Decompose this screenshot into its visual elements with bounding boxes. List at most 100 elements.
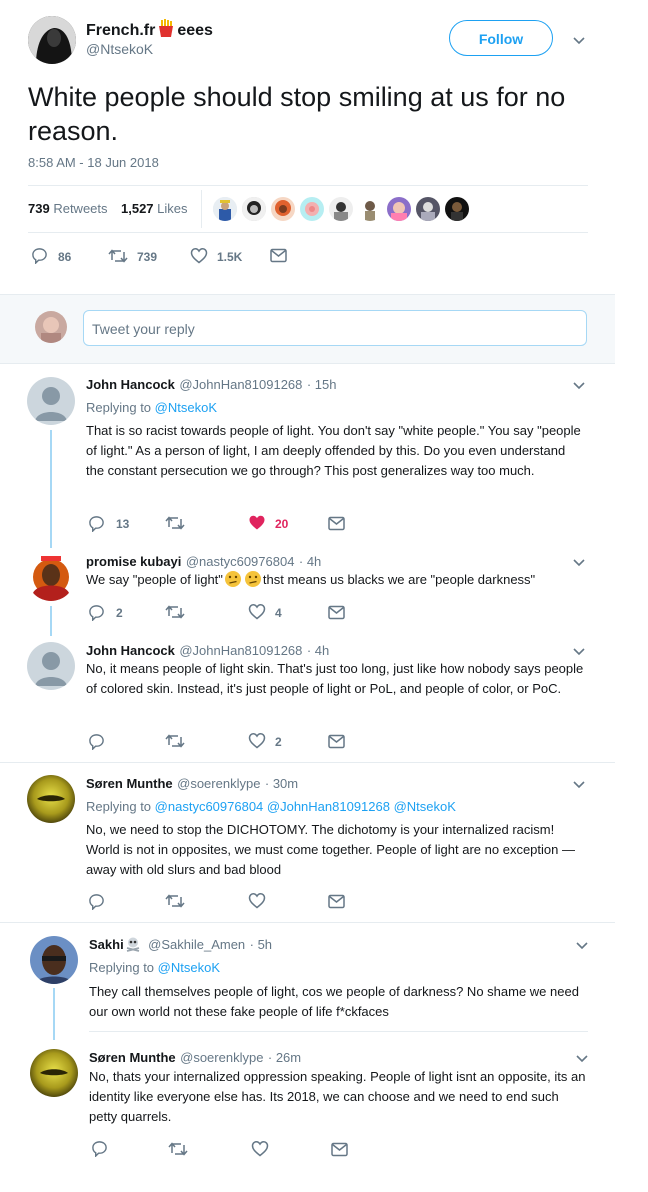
- dm-icon[interactable]: [328, 734, 345, 749]
- reply-text: No, it means people of light skin. That'…: [86, 661, 584, 696]
- dm-icon[interactable]: [328, 894, 345, 909]
- reply-time[interactable]: · 26m: [268, 1050, 301, 1065]
- reply-text: No, we need to stop the DICHOTOMY. The d…: [86, 822, 575, 877]
- reply-header: promise kubayi @nastyc60976804 · 4h: [86, 553, 321, 571]
- reply-time[interactable]: · 30m: [265, 776, 298, 791]
- reply-author-name[interactable]: Søren Munthe: [89, 1050, 176, 1065]
- liker-avatar[interactable]: [445, 197, 469, 221]
- chevron-down-icon[interactable]: [571, 377, 587, 393]
- reply-author-handle[interactable]: @soerenklype: [177, 776, 260, 791]
- skull-emoji: [125, 936, 141, 957]
- author-avatar[interactable]: [28, 16, 76, 64]
- reply-author-name[interactable]: Sakhi: [89, 937, 124, 952]
- reply-text: No, thats your internalized oppression s…: [89, 1069, 586, 1124]
- reply-author-handle[interactable]: @soerenklype: [180, 1050, 263, 1065]
- reply-author-name[interactable]: John Hancock: [86, 377, 175, 392]
- author-name-text: French.fr: [86, 22, 156, 39]
- divider: [28, 185, 588, 186]
- reply-author-name[interactable]: John Hancock: [86, 643, 175, 658]
- liker-avatar[interactable]: [358, 197, 382, 221]
- reply-time[interactable]: · 4h: [307, 643, 329, 658]
- liker-avatar[interactable]: [387, 197, 411, 221]
- chevron-down-icon[interactable]: [574, 1050, 590, 1066]
- reply-header: John Hancock @JohnHan81091268 · 4h: [86, 642, 329, 660]
- chevron-down-icon[interactable]: [571, 776, 587, 792]
- chevron-down-icon[interactable]: [571, 643, 587, 659]
- retweets-label: Retweets: [53, 201, 108, 216]
- reply-avatar[interactable]: [27, 642, 75, 690]
- confused-emoji: [224, 570, 242, 594]
- reply-header: John Hancock @JohnHan81091268 · 15h: [86, 376, 336, 394]
- reply-author-name[interactable]: promise kubayi: [86, 554, 181, 569]
- reply-time[interactable]: · 5h: [250, 937, 272, 952]
- thread-line: [50, 606, 52, 636]
- like-icon[interactable]: [248, 892, 266, 909]
- reply-author-handle[interactable]: @nastyc60976804: [186, 554, 295, 569]
- like-icon[interactable]: [251, 1140, 269, 1157]
- reply-composer: Tweet your reply: [0, 294, 615, 364]
- chevron-down-icon[interactable]: [571, 32, 587, 48]
- reply-icon[interactable]: [88, 604, 105, 621]
- dm-icon[interactable]: [328, 516, 345, 531]
- reply-count: 13: [116, 517, 130, 531]
- reply-author-name[interactable]: Søren Munthe: [86, 776, 173, 791]
- chevron-down-icon[interactable]: [571, 554, 587, 570]
- divider: [28, 232, 588, 233]
- tweet-timestamp[interactable]: 8:58 AM - 18 Jun 2018: [28, 155, 159, 170]
- retweets-count: 739: [28, 201, 50, 216]
- retweet-icon[interactable]: [108, 248, 128, 264]
- retweet-icon[interactable]: [165, 515, 185, 531]
- reply-text-part: thst means us blacks we are "people dark…: [262, 572, 536, 587]
- reply-count: 86: [58, 250, 72, 264]
- like-icon[interactable]: [248, 732, 266, 749]
- replying-to-link[interactable]: @nastyc60976804 @JohnHan81091268 @Ntseko…: [155, 799, 456, 814]
- like-count: 20: [275, 517, 289, 531]
- reply-avatar[interactable]: [27, 377, 75, 425]
- author-name[interactable]: French.fr eees: [86, 19, 213, 42]
- retweet-icon[interactable]: [165, 604, 185, 620]
- reply-author-handle[interactable]: @JohnHan81091268: [179, 377, 302, 392]
- reply-time[interactable]: · 15h: [307, 377, 337, 392]
- retweet-icon[interactable]: [168, 1141, 188, 1157]
- replying-label: Replying to: [86, 799, 152, 814]
- liker-avatar[interactable]: [242, 197, 266, 221]
- reply-avatar[interactable]: [30, 1049, 78, 1097]
- replying-to-link[interactable]: @NtsekoK: [155, 400, 217, 415]
- replying-to: Replying to @NtsekoK: [86, 400, 217, 415]
- chevron-down-icon[interactable]: [574, 937, 590, 953]
- replying-to-link[interactable]: @NtsekoK: [158, 960, 220, 975]
- reply-author-handle[interactable]: @Sakhile_Amen: [148, 937, 245, 952]
- reply-icon[interactable]: [88, 515, 105, 532]
- reply-icon[interactable]: [88, 733, 105, 750]
- liker-avatar[interactable]: [213, 197, 237, 221]
- reply-input[interactable]: Tweet your reply: [83, 310, 587, 346]
- retweet-icon[interactable]: [165, 733, 185, 749]
- liker-avatar[interactable]: [300, 197, 324, 221]
- reply-time[interactable]: · 4h: [299, 554, 321, 569]
- liker-avatar[interactable]: [416, 197, 440, 221]
- dm-icon[interactable]: [331, 1142, 348, 1157]
- reply-icon[interactable]: [91, 1140, 108, 1157]
- replying-to: Replying to @NtsekoK: [89, 960, 220, 975]
- like-icon[interactable]: [248, 603, 266, 620]
- reply-author-handle[interactable]: @JohnHan81091268: [179, 643, 302, 658]
- liker-avatar[interactable]: [271, 197, 295, 221]
- reply-avatar[interactable]: [30, 936, 78, 984]
- reply-icon[interactable]: [31, 247, 48, 264]
- dm-icon[interactable]: [328, 605, 345, 620]
- dm-icon[interactable]: [270, 248, 287, 263]
- retweets-stat[interactable]: 739 Retweets: [28, 201, 108, 216]
- like-icon-liked[interactable]: [248, 514, 266, 531]
- retweet-icon[interactable]: [165, 893, 185, 909]
- like-icon[interactable]: [190, 247, 208, 264]
- reply-avatar[interactable]: [27, 775, 75, 823]
- confused-emoji: [244, 570, 262, 594]
- reply-placeholder: Tweet your reply: [92, 321, 195, 337]
- reply-icon[interactable]: [88, 893, 105, 910]
- likes-stat[interactable]: 1,527 Likes: [121, 201, 188, 216]
- reply-text: They call themselves people of light, co…: [89, 984, 579, 1019]
- liker-avatar[interactable]: [329, 197, 353, 221]
- reply-avatar[interactable]: [27, 553, 75, 601]
- author-handle[interactable]: @NtsekoK: [86, 41, 153, 57]
- follow-button[interactable]: Follow: [449, 20, 553, 56]
